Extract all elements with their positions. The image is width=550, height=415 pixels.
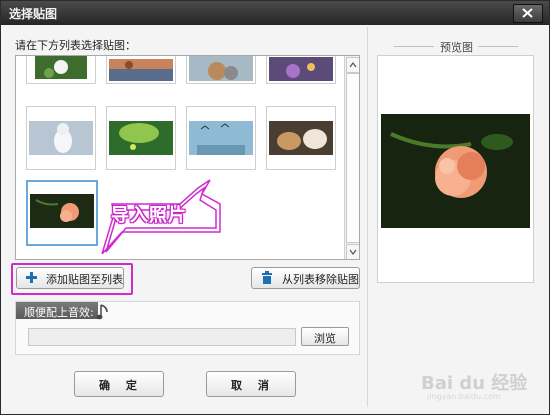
thumbnail-white-cat[interactable] bbox=[26, 106, 96, 170]
preview-image bbox=[381, 114, 530, 228]
chevron-up-icon bbox=[349, 62, 357, 68]
remove-sticker-label: 从列表移除贴图 bbox=[282, 273, 359, 286]
chevron-down-icon bbox=[349, 249, 357, 255]
remove-sticker-button[interactable]: 从列表移除贴图 bbox=[251, 267, 360, 289]
add-sticker-button[interactable]: 添加贴图至列表 bbox=[16, 267, 124, 289]
scroll-up-button[interactable] bbox=[346, 57, 359, 73]
dialog-title: 选择贴图 bbox=[9, 7, 58, 21]
close-button[interactable] bbox=[513, 4, 543, 23]
ok-button[interactable]: 确 定 bbox=[74, 371, 164, 397]
list-scrollbar[interactable] bbox=[344, 56, 359, 259]
browse-label: 浏览 bbox=[314, 332, 336, 345]
close-icon bbox=[522, 8, 533, 18]
sound-path-field[interactable] bbox=[28, 328, 296, 346]
watermark-url: jingyan.baidu.com bbox=[427, 392, 501, 401]
thumbnail-green-leaf[interactable] bbox=[106, 106, 176, 170]
thumbnail-birds-sky[interactable] bbox=[186, 106, 256, 170]
scroll-thumb[interactable] bbox=[346, 73, 359, 243]
sticker-list[interactable]: 导入照片 bbox=[15, 55, 360, 260]
preview-image-box bbox=[377, 55, 534, 283]
divider bbox=[394, 46, 434, 47]
thumbnail-sunset-balloon[interactable] bbox=[106, 56, 176, 84]
browse-button[interactable]: 浏览 bbox=[301, 327, 349, 346]
thumbnail-orange-rose[interactable] bbox=[26, 180, 98, 246]
divider bbox=[478, 46, 518, 47]
thumbnail-guinea-pigs[interactable] bbox=[266, 106, 336, 170]
callout-text: 导入照片 bbox=[111, 205, 187, 226]
sound-tab-label: 顺便配上音效: bbox=[24, 306, 94, 319]
add-sticker-label: 添加贴图至列表 bbox=[46, 273, 123, 286]
title-bar: 选择贴图 bbox=[1, 1, 549, 25]
ok-label: 确 定 bbox=[99, 379, 143, 392]
music-note-icon bbox=[96, 304, 108, 320]
cancel-button[interactable]: 取 消 bbox=[206, 371, 296, 397]
plus-icon bbox=[26, 272, 37, 283]
dialog-window: 选择贴图 请在下方列表选择贴图： 导入照片 添加贴图至列表 从列表移除贴图 顺便… bbox=[0, 0, 550, 415]
cancel-label: 取 消 bbox=[231, 379, 275, 392]
thumbnail-lotus-flower[interactable] bbox=[26, 56, 96, 84]
preview-label: 预览图 bbox=[440, 41, 473, 54]
scroll-down-button[interactable] bbox=[346, 244, 359, 259]
list-label: 请在下方列表选择贴图： bbox=[15, 39, 136, 52]
thumbnail-purple-flower[interactable] bbox=[266, 56, 336, 84]
sound-tab: 顺便配上音效: bbox=[16, 302, 98, 319]
thumbnail-teddy-bear[interactable] bbox=[186, 56, 256, 84]
preview-panel: 预览图 bbox=[367, 27, 542, 407]
trash-icon bbox=[262, 271, 272, 284]
